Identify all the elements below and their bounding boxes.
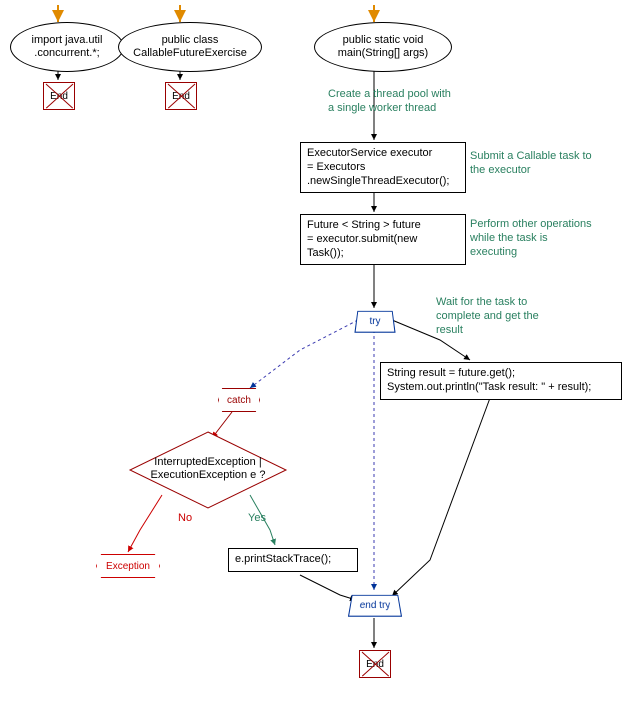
ellipse-class-text: public class CallableFutureExercise <box>133 34 247 60</box>
yes-label: Yes <box>248 512 266 524</box>
rect-executor-text: ExecutorService executor = Executors .ne… <box>307 147 449 187</box>
rect-stacktrace-text: e.printStackTrace(); <box>235 553 331 565</box>
end-terminal-3: End <box>359 650 391 678</box>
exception-node: Exception <box>96 554 160 578</box>
comment-other-ops: Perform other operationswhile the task i… <box>470 218 620 259</box>
catch-block: catch <box>218 388 260 412</box>
ellipse-main: public static void main(String[] args) <box>314 22 452 72</box>
try-block: try <box>354 311 395 333</box>
end-try-label: end try <box>359 600 391 611</box>
catch-label: catch <box>227 395 251 406</box>
decision-text: InterruptedException |ExecutionException… <box>128 456 288 482</box>
ellipse-class: public class CallableFutureExercise <box>118 22 262 72</box>
connectors <box>0 0 628 705</box>
end-terminal-2: End <box>165 82 197 110</box>
end-label: End <box>50 91 68 102</box>
end-try-block: end try <box>348 595 402 617</box>
rect-executor-service: ExecutorService executor = Executors .ne… <box>300 142 466 193</box>
no-label: No <box>178 512 192 524</box>
ellipse-import: import java.util .concurrent.*; <box>10 22 124 72</box>
rect-stacktrace: e.printStackTrace(); <box>228 548 358 572</box>
rect-result: String result = future.get(); System.out… <box>380 362 622 400</box>
end-terminal-1: End <box>43 82 75 110</box>
comment-wait-result: Wait for the task tocomplete and get the… <box>436 296 586 337</box>
end-label: End <box>366 659 384 670</box>
comment-submit-callable: Submit a Callable task tothe executor <box>470 150 620 178</box>
comment-thread-pool: Create a thread pool witha single worker… <box>328 88 488 116</box>
try-label: try <box>369 316 381 327</box>
rect-future-text: Future < String > future = executor.subm… <box>307 219 421 259</box>
end-label: End <box>172 91 190 102</box>
rect-result-text: String result = future.get(); System.out… <box>387 367 591 393</box>
ellipse-main-text: public static void main(String[] args) <box>338 34 428 60</box>
exception-label: Exception <box>106 561 150 572</box>
ellipse-import-text: import java.util .concurrent.*; <box>32 34 103 60</box>
rect-future: Future < String > future = executor.subm… <box>300 214 466 265</box>
